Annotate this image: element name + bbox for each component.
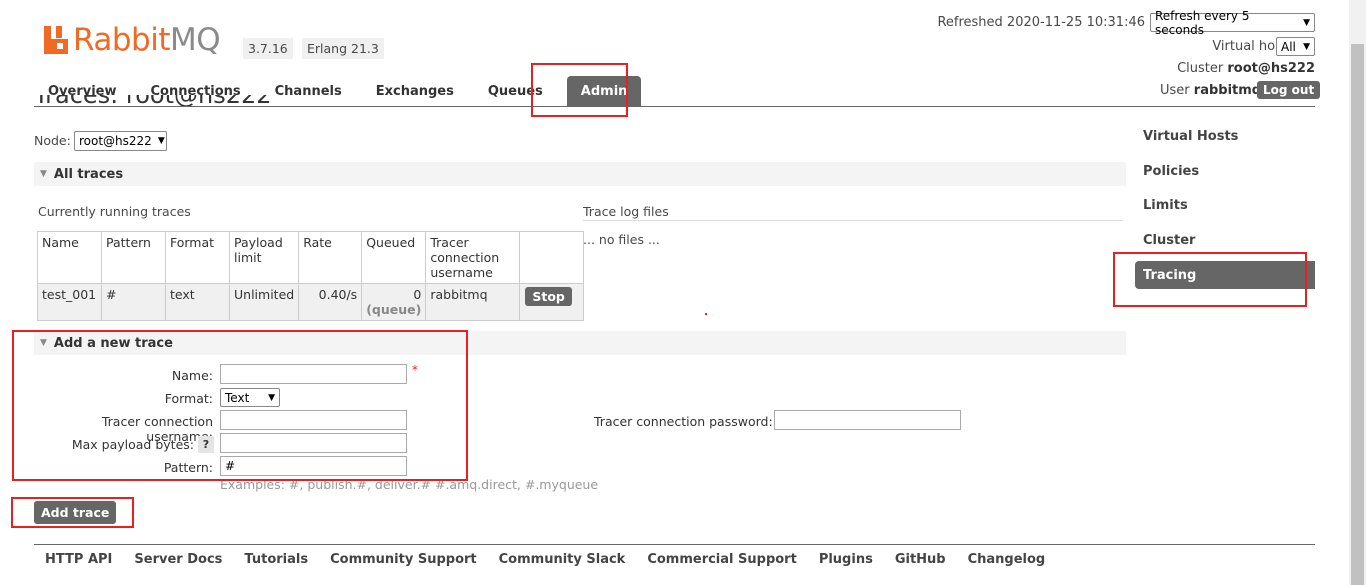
col-payload-limit: Payload limit [228, 231, 300, 284]
footer-link-community-support[interactable]: Community Support [330, 552, 477, 567]
footer-link-community-slack[interactable]: Community Slack [499, 552, 626, 567]
footer-link-http-api[interactable]: HTTP API [45, 552, 112, 567]
annotation-box-tracing [1113, 252, 1307, 307]
col-pattern: Pattern [101, 231, 166, 284]
col-rate: Rate [298, 231, 363, 284]
stray-dot [705, 313, 707, 315]
queued-count: 0 [413, 287, 422, 302]
stop-trace-button[interactable]: Stop [525, 287, 572, 306]
footer-link-plugins[interactable]: Plugins [819, 552, 873, 567]
table-row: test_001 # text Unlimited 0.40/s 0 (queu… [37, 283, 585, 321]
scrollbar-thumb[interactable] [1351, 44, 1364, 585]
collapse-triangle-icon: ▼ [40, 169, 47, 179]
cell-payload-limit: Unlimited [228, 283, 300, 321]
cell-rate: 0.40/s [298, 283, 363, 321]
cell-tracer-username: rabbitmq [425, 283, 521, 321]
log-files-divider [583, 220, 1123, 221]
chevron-down-icon: ▼ [1303, 41, 1310, 52]
chevron-down-icon: ▼ [157, 136, 165, 146]
annotation-box-admin [531, 63, 628, 117]
sidebar-item-virtual-hosts[interactable]: Virtual Hosts [1143, 129, 1238, 144]
footer-links: HTTP API Server Docs Tutorials Community… [34, 552, 1056, 567]
all-traces-header[interactable]: ▼ All traces [34, 162, 1126, 186]
node-label: Node: [34, 133, 71, 148]
cluster-info: Cluster root@hs222 [1177, 61, 1315, 76]
cell-queued: 0 (queue) [361, 283, 427, 321]
tab-exchanges[interactable]: Exchanges [362, 76, 468, 106]
sidebar-item-cluster[interactable]: Cluster [1143, 233, 1195, 248]
col-name: Name [37, 231, 102, 284]
node-select[interactable]: root@hs222 ▼ [74, 131, 167, 151]
user-info: User rabbitmq [1160, 83, 1262, 98]
footer-link-tutorials[interactable]: Tutorials [244, 552, 308, 567]
logout-button[interactable]: Log out [1257, 81, 1321, 99]
sidebar-item-limits[interactable]: Limits [1143, 198, 1188, 213]
table-header-row: Name Pattern Format Payload limit Rate Q… [37, 231, 585, 284]
annotation-box-add-trace-button [11, 497, 134, 528]
logo-wordmark: RabbitMQ [73, 22, 221, 58]
tab-overview[interactable]: Overview [34, 76, 131, 106]
cell-pattern: # [101, 283, 166, 321]
trace-log-files-label: Trace log files [583, 204, 669, 219]
col-tracer-username: Tracer connection username [425, 231, 521, 284]
cell-format: text [165, 283, 230, 321]
footer-link-changelog[interactable]: Changelog [968, 552, 1046, 567]
erlang-badge: Erlang 21.3 [302, 38, 384, 59]
virtual-host-select[interactable]: All ▼ [1276, 37, 1315, 56]
refreshed-timestamp: Refreshed 2020-11-25 10:31:46 [937, 15, 1145, 30]
rabbitmq-logo: RabbitMQ [44, 22, 221, 58]
queued-queue-link[interactable]: (queue) [366, 302, 421, 317]
refresh-interval-select[interactable]: Refresh every 5 seconds ▼ [1150, 9, 1315, 37]
footer-link-server-docs[interactable]: Server Docs [134, 552, 222, 567]
col-queued: Queued [361, 231, 427, 284]
annotation-box-add-trace [12, 330, 468, 481]
footer-divider [34, 544, 1315, 545]
no-files-text: ... no files ... [583, 232, 660, 247]
cell-name: test_001 [37, 283, 102, 321]
nav-divider [34, 106, 1315, 107]
footer-link-commercial-support[interactable]: Commercial Support [647, 552, 797, 567]
tab-connections[interactable]: Connections [137, 76, 255, 106]
cell-action: Stop [519, 283, 585, 321]
footer-link-github[interactable]: GitHub [895, 552, 946, 567]
version-badge: 3.7.16 [243, 38, 293, 59]
col-action [519, 231, 585, 284]
traces-table: Name Pattern Format Payload limit Rate Q… [37, 231, 585, 321]
tab-channels[interactable]: Channels [261, 76, 356, 106]
col-format: Format [165, 231, 230, 284]
rabbit-logo-icon [44, 26, 70, 54]
sidebar-item-policies[interactable]: Policies [1143, 164, 1199, 179]
tracer-password-input[interactable] [774, 410, 961, 430]
running-traces-label: Currently running traces [38, 204, 191, 219]
tracer-password-label: Tracer connection password: [594, 414, 773, 429]
chevron-down-icon: ▼ [1303, 17, 1310, 28]
